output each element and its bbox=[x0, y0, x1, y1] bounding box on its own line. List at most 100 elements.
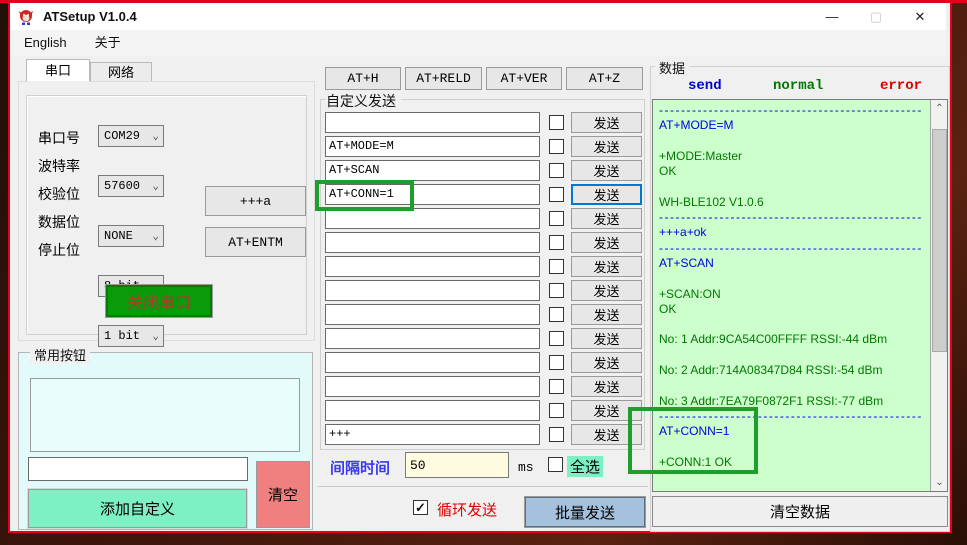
at-h-button[interactable]: AT+H bbox=[325, 67, 401, 90]
parity-select[interactable]: NONE⌄ bbox=[98, 225, 164, 247]
stop-bits-select[interactable]: 1 bit⌄ bbox=[98, 325, 164, 347]
custom-send-row: 发送 bbox=[325, 422, 645, 446]
custom-command-input[interactable] bbox=[325, 136, 540, 157]
log-scrollbar[interactable]: ⌃ ⌄ bbox=[930, 100, 947, 491]
legend-send: send bbox=[688, 78, 722, 94]
custom-send-row: 发送 bbox=[325, 398, 645, 422]
common-buttons-list[interactable] bbox=[30, 378, 300, 452]
at-entm-button[interactable]: AT+ENTM bbox=[205, 227, 306, 257]
log-line: +MODE:Master bbox=[659, 149, 927, 164]
row-checkbox[interactable] bbox=[549, 139, 564, 154]
log-line: ----------------------------------------… bbox=[659, 241, 927, 256]
row-checkbox[interactable] bbox=[549, 283, 564, 298]
loop-send-checkbox[interactable] bbox=[413, 500, 428, 515]
custom-send-row: 发送 bbox=[325, 254, 645, 278]
send-button[interactable]: 发送 bbox=[571, 352, 642, 373]
log-line bbox=[659, 271, 927, 286]
send-button[interactable]: 发送 bbox=[571, 136, 642, 157]
custom-send-rows: 发送发送发送发送发送发送发送发送发送发送发送发送发送发送 bbox=[325, 110, 645, 446]
row-checkbox[interactable] bbox=[549, 259, 564, 274]
add-custom-button[interactable]: 添加自定义 bbox=[28, 489, 247, 528]
log-line: +++a+ok bbox=[659, 225, 927, 240]
at-z-button[interactable]: AT+Z bbox=[566, 67, 643, 90]
close-serial-button[interactable]: 关闭串口 bbox=[105, 284, 213, 318]
row-checkbox[interactable] bbox=[549, 211, 564, 226]
log-line: No: 1 Addr:9CA54C00FFFF RSSI:-44 dBm bbox=[659, 332, 927, 347]
custom-command-input[interactable] bbox=[325, 304, 540, 325]
menu-item-english[interactable]: English bbox=[10, 30, 81, 56]
close-button[interactable]: ✕ bbox=[898, 3, 942, 30]
send-button[interactable]: 发送 bbox=[571, 232, 642, 253]
row-checkbox[interactable] bbox=[549, 163, 564, 178]
row-checkbox[interactable] bbox=[549, 331, 564, 346]
at-reld-button[interactable]: AT+RELD bbox=[405, 67, 482, 90]
baud-rate-label: 波特率 bbox=[38, 156, 80, 176]
maximize-button: ▢ bbox=[854, 3, 898, 30]
custom-command-input[interactable] bbox=[325, 352, 540, 373]
data-title: 数据 bbox=[655, 58, 689, 77]
chevron-down-icon: ⌄ bbox=[152, 129, 159, 143]
log-line: ----------------------------------------… bbox=[659, 103, 927, 118]
common-buttons-title: 常用按钮 bbox=[30, 345, 90, 364]
send-button[interactable]: 发送 bbox=[571, 280, 642, 301]
send-button[interactable]: 发送 bbox=[571, 256, 642, 277]
baud-rate-select[interactable]: 57600⌄ bbox=[98, 175, 164, 197]
com-port-label: 串口号 bbox=[38, 128, 80, 148]
chevron-down-icon: ⌄ bbox=[152, 329, 159, 343]
custom-command-input[interactable] bbox=[325, 232, 540, 253]
log-line: OK bbox=[659, 302, 927, 317]
clear-common-button[interactable]: 清空 bbox=[256, 461, 310, 528]
tab-network[interactable]: 网络 bbox=[90, 62, 152, 82]
data-bits-label: 数据位 bbox=[38, 212, 80, 232]
row-checkbox[interactable] bbox=[549, 403, 564, 418]
interval-input[interactable] bbox=[405, 452, 509, 478]
chevron-down-icon: ⌄ bbox=[152, 229, 159, 243]
custom-command-input[interactable] bbox=[325, 424, 540, 445]
custom-command-input[interactable] bbox=[325, 280, 540, 301]
custom-send-row: 发送 bbox=[325, 326, 645, 350]
custom-command-input[interactable] bbox=[325, 256, 540, 277]
custom-command-input[interactable] bbox=[325, 376, 540, 397]
minimize-button[interactable]: — bbox=[810, 3, 854, 30]
send-button[interactable]: 发送 bbox=[571, 112, 642, 133]
custom-command-input[interactable] bbox=[325, 328, 540, 349]
com-port-select[interactable]: COM29⌄ bbox=[98, 125, 164, 147]
window-title: ATSetup V1.0.4 bbox=[43, 9, 137, 24]
plus-a-button[interactable]: +++a bbox=[205, 186, 306, 216]
row-checkbox[interactable] bbox=[549, 355, 564, 370]
send-button[interactable]: 发送 bbox=[571, 208, 642, 229]
custom-send-row: 发送 bbox=[325, 230, 645, 254]
send-button[interactable]: 发送 bbox=[571, 160, 642, 181]
log-line bbox=[659, 179, 927, 194]
custom-send-row: 发送 bbox=[325, 158, 645, 182]
send-button[interactable]: 发送 bbox=[571, 184, 642, 205]
send-button[interactable]: 发送 bbox=[571, 376, 642, 397]
row-checkbox[interactable] bbox=[549, 115, 564, 130]
row-checkbox[interactable] bbox=[549, 235, 564, 250]
tab-serial[interactable]: 串口 bbox=[26, 59, 90, 82]
scroll-up-icon[interactable]: ⌃ bbox=[932, 100, 947, 117]
at-ver-button[interactable]: AT+VER bbox=[486, 67, 562, 90]
scroll-down-icon[interactable]: ⌄ bbox=[932, 474, 947, 491]
custom-command-input[interactable] bbox=[325, 112, 540, 133]
divider bbox=[318, 486, 648, 487]
clear-data-button[interactable]: 清空数据 bbox=[652, 496, 948, 527]
send-button[interactable]: 发送 bbox=[571, 328, 642, 349]
stop-bits-label: 停止位 bbox=[38, 240, 80, 260]
row-checkbox[interactable] bbox=[549, 187, 564, 202]
app-icon bbox=[17, 8, 35, 26]
batch-send-button[interactable]: 批量发送 bbox=[525, 497, 645, 527]
new-command-input[interactable] bbox=[28, 457, 248, 481]
menu-item-about[interactable]: 关于 bbox=[81, 30, 135, 56]
row-checkbox[interactable] bbox=[549, 427, 564, 442]
custom-send-row: 发送 bbox=[325, 350, 645, 374]
log-line bbox=[659, 134, 927, 149]
loop-send-label: 循环发送 bbox=[437, 499, 497, 520]
scrollbar-thumb[interactable] bbox=[932, 129, 947, 352]
row-checkbox[interactable] bbox=[549, 379, 564, 394]
send-button[interactable]: 发送 bbox=[571, 304, 642, 325]
custom-command-input[interactable] bbox=[325, 160, 540, 181]
select-all-checkbox[interactable] bbox=[548, 457, 563, 472]
custom-command-input[interactable] bbox=[325, 400, 540, 421]
row-checkbox[interactable] bbox=[549, 307, 564, 322]
